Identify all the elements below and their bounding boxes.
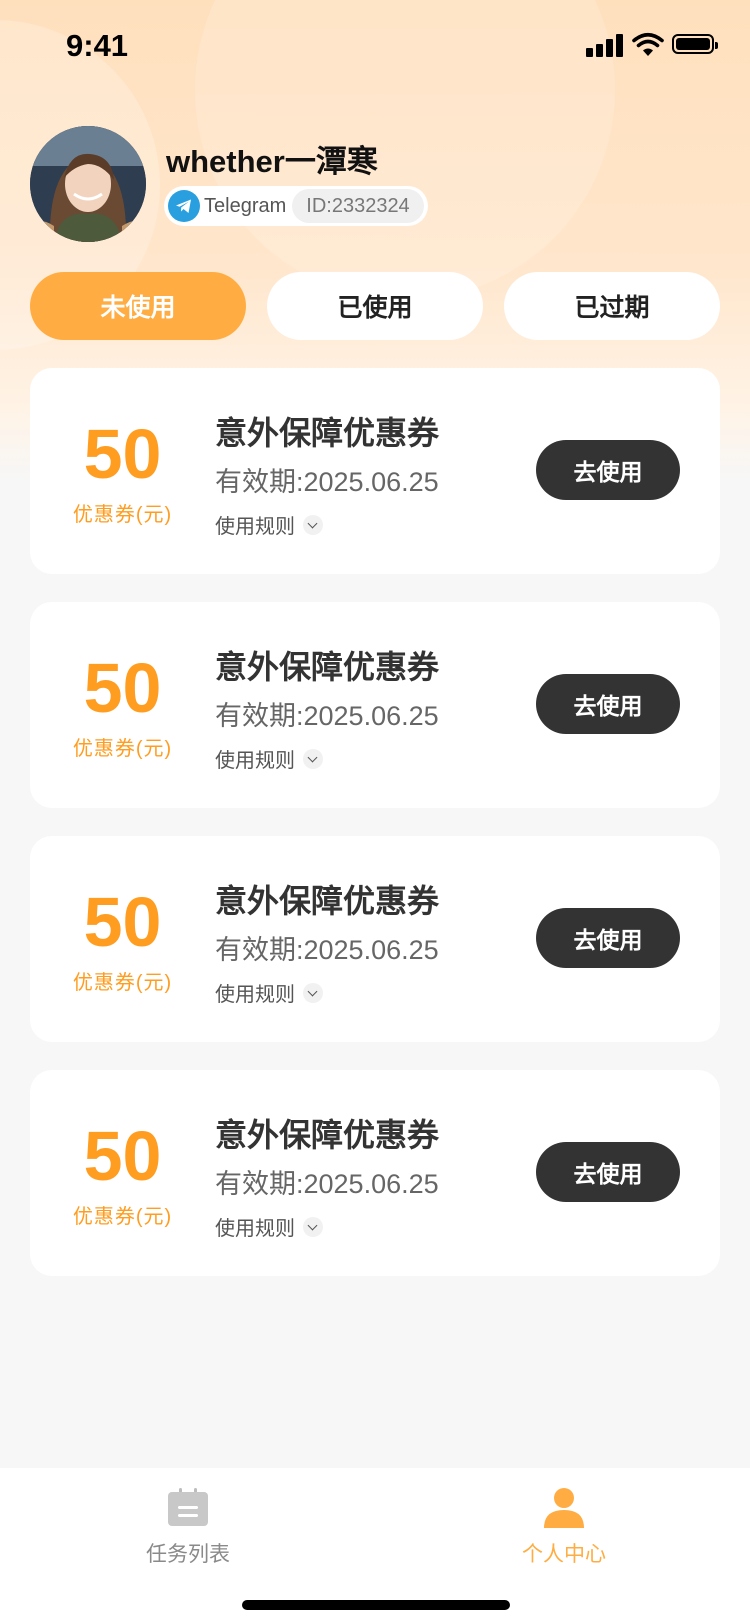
usage-rules-label: 使用规则	[215, 516, 295, 538]
avatar-image	[30, 126, 146, 242]
coupon-title: 意外保障优惠券	[215, 415, 440, 451]
usage-rules-label: 使用规则	[215, 750, 295, 772]
use-coupon-button[interactable]: 去使用	[536, 440, 680, 500]
usage-rules-label: 使用规则	[215, 984, 295, 1006]
coupon-amount: 50	[83, 883, 162, 961]
nav-item-profile[interactable]: 个人中心	[464, 1468, 664, 1588]
usage-rules-label: 使用规则	[215, 1218, 295, 1240]
coupon-status-tabs: 未使用 已使用 已过期	[30, 272, 720, 340]
user-id-chip: ID:2332324	[292, 189, 424, 223]
tab-unused[interactable]: 未使用	[30, 272, 246, 340]
username: whether一潭寒	[166, 144, 378, 179]
status-bar: 9:41	[0, 0, 750, 90]
coupon-title: 意外保障优惠券	[215, 649, 440, 685]
avatar[interactable]	[30, 126, 146, 242]
coupon-card: 50 优惠券(元) 意外保障优惠券 有效期:2025.06.25 使用规则 去使…	[30, 1070, 720, 1276]
person-icon	[544, 1488, 584, 1528]
tab-used[interactable]: 已使用	[267, 272, 483, 340]
coupon-unit: 优惠券(元)	[72, 738, 173, 760]
use-coupon-button[interactable]: 去使用	[536, 908, 680, 968]
coupon-unit: 优惠券(元)	[72, 1206, 173, 1228]
coupon-unit: 优惠券(元)	[72, 504, 173, 526]
usage-rules-toggle[interactable]: 使用规则	[215, 978, 323, 1007]
chevron-down-icon	[303, 514, 323, 535]
profile-header: whether一潭寒 Telegram ID:2332324	[30, 126, 730, 242]
coupon-amount: 50	[83, 649, 162, 727]
coupon-validity: 有效期:2025.06.25	[215, 701, 439, 731]
coupon-title: 意外保障优惠券	[215, 883, 440, 919]
battery-icon	[672, 34, 718, 54]
usage-rules-toggle[interactable]: 使用规则	[215, 510, 323, 539]
account-badge: Telegram ID:2332324	[164, 186, 428, 226]
coupon-title: 意外保障优惠券	[215, 1117, 440, 1153]
usage-rules-toggle[interactable]: 使用规则	[215, 1212, 323, 1241]
chevron-down-icon	[303, 1216, 323, 1237]
use-coupon-button[interactable]: 去使用	[536, 1142, 680, 1202]
tab-expired[interactable]: 已过期	[504, 272, 720, 340]
coupon-card: 50 优惠券(元) 意外保障优惠券 有效期:2025.06.25 使用规则 去使…	[30, 602, 720, 808]
usage-rules-toggle[interactable]: 使用规则	[215, 744, 323, 773]
coupon-validity: 有效期:2025.06.25	[215, 1169, 439, 1199]
home-indicator	[242, 1600, 510, 1610]
use-coupon-button[interactable]: 去使用	[536, 674, 680, 734]
platform-label: Telegram	[204, 194, 287, 217]
coupon-card: 50 优惠券(元) 意外保障优惠券 有效期:2025.06.25 使用规则 去使…	[30, 836, 720, 1042]
coupon-validity: 有效期:2025.06.25	[215, 467, 439, 497]
wifi-icon	[632, 32, 664, 56]
telegram-icon	[168, 190, 200, 222]
cellular-signal-icon	[586, 33, 624, 57]
coupon-validity: 有效期:2025.06.25	[215, 935, 439, 965]
nav-label: 任务列表	[146, 1543, 230, 1566]
nav-label: 个人中心	[522, 1543, 606, 1566]
coupon-unit: 优惠券(元)	[72, 972, 173, 994]
status-time: 9:41	[66, 28, 129, 63]
task-list-icon	[168, 1488, 208, 1526]
coupon-amount: 50	[83, 415, 162, 493]
coupon-card: 50 优惠券(元) 意外保障优惠券 有效期:2025.06.25 使用规则 去使…	[30, 368, 720, 574]
coupon-amount: 50	[83, 1117, 162, 1195]
chevron-down-icon	[303, 982, 323, 1003]
nav-item-task-list[interactable]: 任务列表	[88, 1468, 288, 1588]
chevron-down-icon	[303, 748, 323, 769]
